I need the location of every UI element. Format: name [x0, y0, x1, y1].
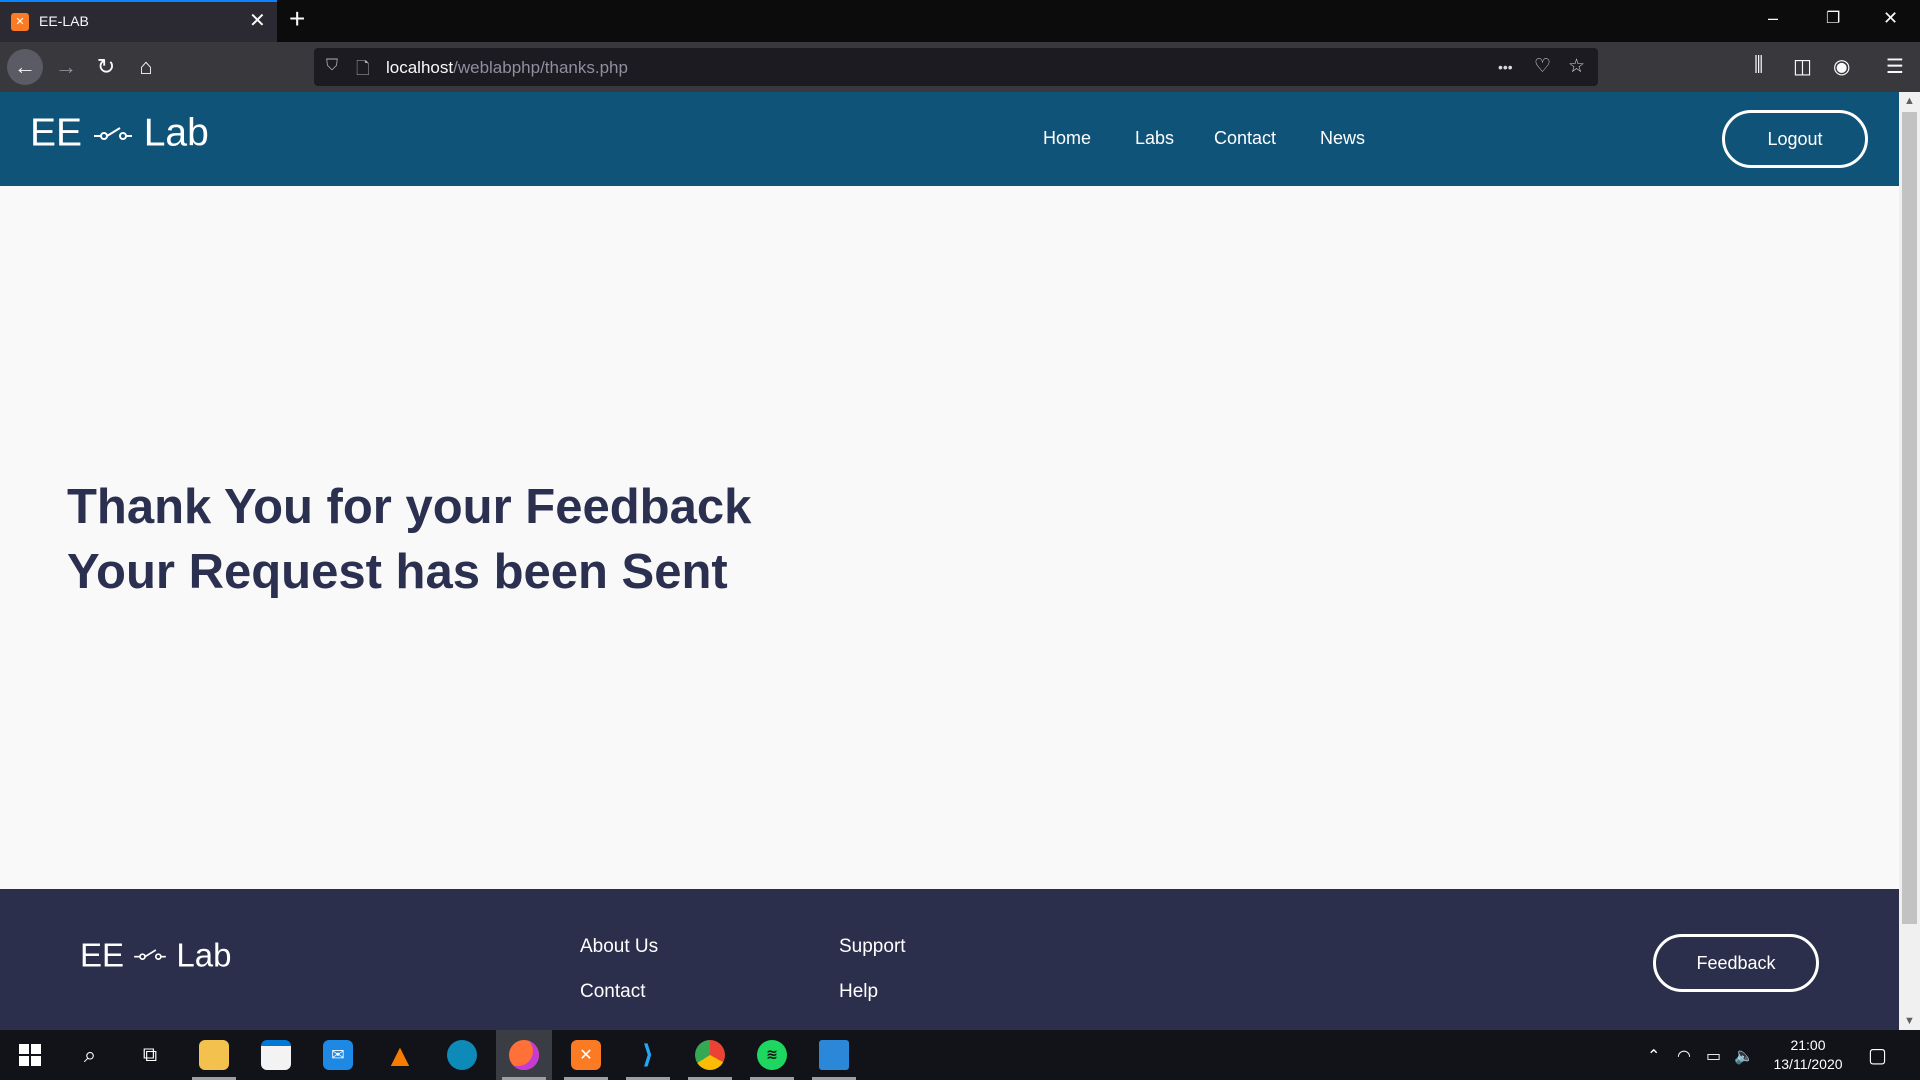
envelope-glyph: ✉	[323, 1039, 353, 1070]
xampp-favicon-icon: ✕	[11, 13, 29, 31]
footer-link-help[interactable]: Help	[839, 981, 878, 1003]
thank-you-line: Thank You for your Feedback	[67, 480, 752, 534]
logo-text-ee: EE	[30, 111, 83, 155]
page-actions-more-icon[interactable]: •••	[1498, 59, 1513, 75]
circuit-switch-icon	[93, 126, 132, 140]
volume-icon[interactable]: 🔈	[1734, 1046, 1754, 1066]
traffic-cone-glyph: ▲	[390, 1040, 410, 1069]
taskbar-clock[interactable]: 21:00 13/11/2020	[1758, 1036, 1858, 1074]
action-center-notification-icon[interactable]: ▢	[1868, 1043, 1887, 1068]
browser-tab-strip: ✕ EE-LAB ✕ + – ❐ ✕	[0, 0, 1920, 42]
mail-icon[interactable]: ✉	[310, 1030, 366, 1080]
firefox-icon[interactable]	[496, 1030, 552, 1080]
menu-icon[interactable]: ☰	[1886, 54, 1904, 79]
address-bar[interactable]: ⛉ 🗋 localhost/weblabphp/thanks.php ••• ♡…	[314, 48, 1598, 86]
thank-you-message: Thank You for your Feedback Your Request…	[67, 475, 751, 605]
footer-logo-text-ee: EE	[80, 936, 125, 974]
footer-ee-lab-logo[interactable]: EE Lab	[80, 934, 231, 974]
logout-button[interactable]: Logout	[1722, 110, 1868, 168]
restore-window-button[interactable]: ❐	[1826, 8, 1840, 28]
wifi-icon[interactable]: ◠	[1677, 1046, 1691, 1066]
nav-link-contact[interactable]: Contact	[1214, 128, 1276, 149]
microsoft-store-icon[interactable]	[248, 1030, 304, 1080]
sidebar-icon[interactable]: ◫	[1793, 54, 1812, 79]
firefox-glyph	[509, 1039, 539, 1070]
spotify-icon[interactable]: ≋	[744, 1030, 800, 1080]
edge-browser-icon[interactable]	[434, 1030, 490, 1080]
nav-link-news[interactable]: News	[1320, 128, 1365, 149]
footer-link-contact[interactable]: Contact	[580, 981, 645, 1003]
footer-link-about-us[interactable]: About Us	[580, 936, 658, 958]
clock-time: 21:00	[1790, 1037, 1826, 1053]
new-tab-button[interactable]: +	[289, 3, 305, 35]
photos-glyph	[819, 1039, 849, 1070]
start-button[interactable]	[2, 1030, 58, 1080]
shield-icon[interactable]: ⛉	[326, 57, 338, 75]
photos-icon[interactable]	[806, 1030, 862, 1080]
url-path: /weblabphp/thanks.php	[453, 58, 628, 77]
tab-title: EE-LAB	[39, 13, 89, 29]
feedback-button[interactable]: Feedback	[1653, 934, 1819, 992]
home-icon[interactable]: ⌂	[129, 50, 163, 84]
back-arrow-icon[interactable]: ←	[7, 49, 43, 85]
chrome-icon[interactable]	[682, 1030, 738, 1080]
nav-link-labs[interactable]: Labs	[1135, 128, 1174, 149]
chrome-glyph	[695, 1039, 725, 1070]
task-view-icon[interactable]: ⧉	[122, 1030, 178, 1080]
xampp-glyph: ✕	[571, 1039, 601, 1070]
search-icon[interactable]: ⌕	[62, 1030, 118, 1080]
footer-link-support[interactable]: Support	[839, 936, 906, 958]
windows-logo-icon	[19, 1043, 41, 1066]
reload-icon[interactable]: ↻	[89, 50, 123, 84]
nav-link-home[interactable]: Home	[1043, 128, 1091, 149]
forward-arrow-icon[interactable]: →	[49, 50, 83, 84]
vscode-glyph: ⟩	[642, 1039, 654, 1070]
vlc-icon[interactable]: ▲	[372, 1030, 428, 1080]
site-footer: EE Lab About Us Contact Support Help Fee…	[0, 889, 1899, 1030]
logo-text-lab: Lab	[143, 111, 209, 155]
scroll-down-arrow-icon[interactable]: ▼	[1899, 1012, 1920, 1030]
library-icon[interactable]: ⫼	[1754, 54, 1763, 77]
ee-lab-logo[interactable]: EE Lab	[30, 110, 209, 156]
url-host: localhost	[386, 58, 454, 77]
store-bag-glyph	[261, 1039, 291, 1070]
clock-date: 13/11/2020	[1773, 1056, 1843, 1072]
vscode-icon[interactable]: ⟩	[620, 1030, 676, 1080]
show-hidden-icons-chevron-icon[interactable]: ⌃	[1647, 1046, 1660, 1066]
folder-glyph	[199, 1039, 229, 1070]
bookmark-star-icon[interactable]: ☆	[1568, 55, 1585, 78]
page-viewport: EE Lab Home Labs Contact News Logout Tha…	[0, 92, 1899, 1030]
tab-close-icon[interactable]: ✕	[249, 8, 266, 33]
close-window-button[interactable]: ✕	[1883, 8, 1898, 29]
page-icon[interactable]: 🗋	[356, 56, 370, 85]
minimize-window-button[interactable]: –	[1768, 8, 1778, 29]
scroll-up-arrow-icon[interactable]: ▲	[1899, 92, 1920, 110]
battery-icon[interactable]: ▭	[1706, 1046, 1721, 1066]
browser-toolbar: ← → ↻ ⌂ ⛉ 🗋 localhost/weblabphp/thanks.p…	[0, 42, 1920, 92]
file-explorer-icon[interactable]	[186, 1030, 242, 1080]
footer-circuit-switch-icon	[134, 949, 167, 961]
windows-taskbar: ⌕ ⧉ ✉ ▲ ✕ ⟩ ≋ ⌃ ◠ ▭ 🔈 21:00 13/11/2020 ▢	[0, 1030, 1920, 1080]
main-content: Thank You for your Feedback Your Request…	[0, 186, 1899, 889]
page-scrollbar[interactable]: ▲ ▼	[1899, 92, 1920, 1030]
edge-glyph	[447, 1039, 477, 1070]
url-text[interactable]: localhost/weblabphp/thanks.php	[386, 58, 628, 78]
request-sent-line: Your Request has been Sent	[67, 545, 728, 599]
footer-logo-text-lab: Lab	[176, 936, 232, 974]
account-icon[interactable]: ◉	[1833, 54, 1850, 79]
browser-tab-ee-lab[interactable]: ✕ EE-LAB ✕	[0, 0, 277, 42]
scrollbar-thumb[interactable]	[1902, 112, 1917, 924]
site-header: EE Lab Home Labs Contact News Logout	[0, 92, 1899, 186]
pocket-icon[interactable]: ♡	[1534, 55, 1551, 78]
xampp-icon[interactable]: ✕	[558, 1030, 614, 1080]
spotify-glyph: ≋	[757, 1039, 787, 1070]
